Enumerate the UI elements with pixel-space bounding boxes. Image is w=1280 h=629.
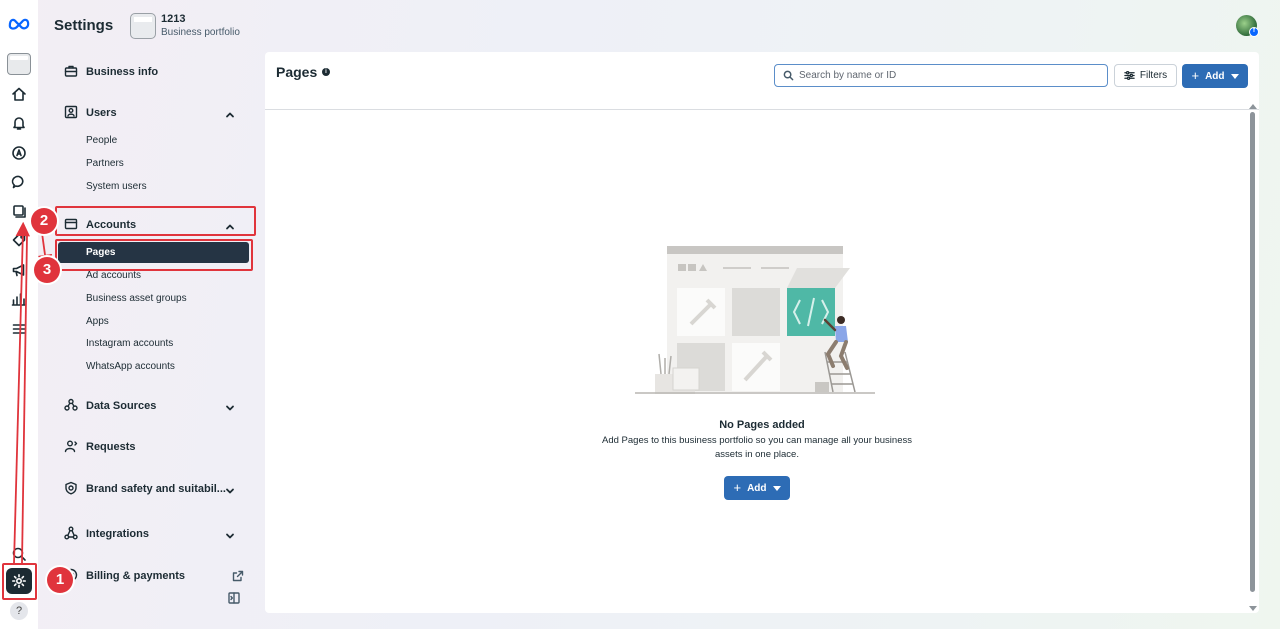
users-icon [64,105,79,120]
caret-down-icon [1230,73,1239,79]
integrations-icon [64,526,79,541]
nav-billing[interactable]: Billing & payments [64,568,185,583]
plus-icon: + [733,480,742,495]
data-sources-icon [64,398,79,413]
nav-label: Brand safety and suitabil... [86,482,226,495]
nav-system-users[interactable]: System users [86,181,147,192]
portfolio-name[interactable]: 1213 [161,13,185,25]
chevron-down-icon[interactable] [225,483,235,494]
scroll-up-arrow[interactable] [1249,104,1257,109]
annotation-box-accounts [55,206,256,236]
empty-add-button[interactable]: + Add [724,476,790,500]
nav-requests[interactable]: Requests [64,439,136,454]
home-icon[interactable] [8,83,30,105]
annotation-badge-3: 3 [34,257,60,283]
portfolio-thumbnail[interactable] [130,13,156,39]
chevron-down-icon[interactable] [225,528,235,539]
nav-brand-safety[interactable]: Brand safety and suitabil... [64,481,226,496]
empty-state-title: No Pages added [719,419,805,431]
chevron-up-icon[interactable] [225,107,235,118]
collapse-panel-icon[interactable] [228,591,240,604]
nav-label: Users [86,106,117,119]
filters-icon [1124,71,1135,80]
annotation-box-pages [55,239,253,271]
requests-icon [64,439,79,454]
nav-business-asset-groups[interactable]: Business asset groups [86,293,187,304]
tag-icon[interactable] [8,229,30,251]
panel-header: Pages i Filters + Add [265,52,1259,110]
nav-apps[interactable]: Apps [86,316,109,327]
nav-label: Billing & payments [86,569,186,582]
messages-icon[interactable] [8,171,30,193]
empty-state-description: Add Pages to this business portfolio so … [602,435,912,460]
nav-ad-accounts[interactable]: Ad accounts [86,270,141,281]
search-box[interactable] [774,64,1108,87]
filters-button[interactable]: Filters [1114,64,1177,87]
add-button[interactable]: + Add [1182,64,1248,88]
nav-whatsapp-accounts[interactable]: WhatsApp accounts [86,361,175,372]
info-icon[interactable]: i [322,68,330,76]
external-link-icon[interactable] [232,569,244,582]
filters-label: Filters [1139,70,1168,81]
search-input[interactable] [799,70,1089,81]
nav-label: Data Sources [86,399,157,412]
nav-users[interactable]: Users [64,105,117,120]
nav-instagram-accounts[interactable]: Instagram accounts [86,338,173,349]
plus-icon: + [1191,68,1200,83]
panel-title: Pages [276,64,318,80]
nav-business-info[interactable]: Business info [64,64,158,79]
empty-state-illustration [635,246,875,394]
annotation-badge-1: 1 [47,567,73,593]
search-icon [783,70,794,81]
chevron-down-icon[interactable] [225,400,235,411]
meta-logo-icon[interactable] [8,12,30,34]
shield-icon [64,481,79,496]
search-icon[interactable] [8,543,30,565]
briefcase-icon [64,64,79,79]
add-label: Add [747,482,767,494]
nav-people[interactable]: People [86,135,117,146]
help-icon[interactable]: ? [10,602,28,620]
ads-icon[interactable] [8,142,30,164]
portfolio-type: Business portfolio [161,27,240,38]
scrollbar[interactable] [1250,112,1255,592]
nav-label: Business info [86,65,159,78]
annotation-badge-2: 2 [31,208,57,234]
caret-down-icon [772,485,781,491]
nav-label: Integrations [86,527,149,540]
page-title: Settings [54,17,114,34]
scroll-down-arrow[interactable] [1249,606,1257,611]
add-label: Add [1205,70,1225,82]
annotation-box-gear [2,563,37,600]
nav-integrations[interactable]: Integrations [64,526,149,541]
portfolio-icon[interactable] [7,53,31,75]
insights-icon[interactable] [8,288,30,310]
left-rail: ? [0,0,38,629]
content-icon[interactable] [8,200,30,222]
facebook-badge-icon: f [1249,27,1259,37]
pages-panel: Pages i Filters + Add [265,52,1259,613]
menu-icon[interactable] [8,318,30,340]
nav-label: Requests [86,440,136,453]
notifications-icon[interactable] [8,112,30,134]
nav-data-sources[interactable]: Data Sources [64,398,156,413]
megaphone-icon[interactable] [8,259,30,281]
nav-partners[interactable]: Partners [86,158,124,169]
